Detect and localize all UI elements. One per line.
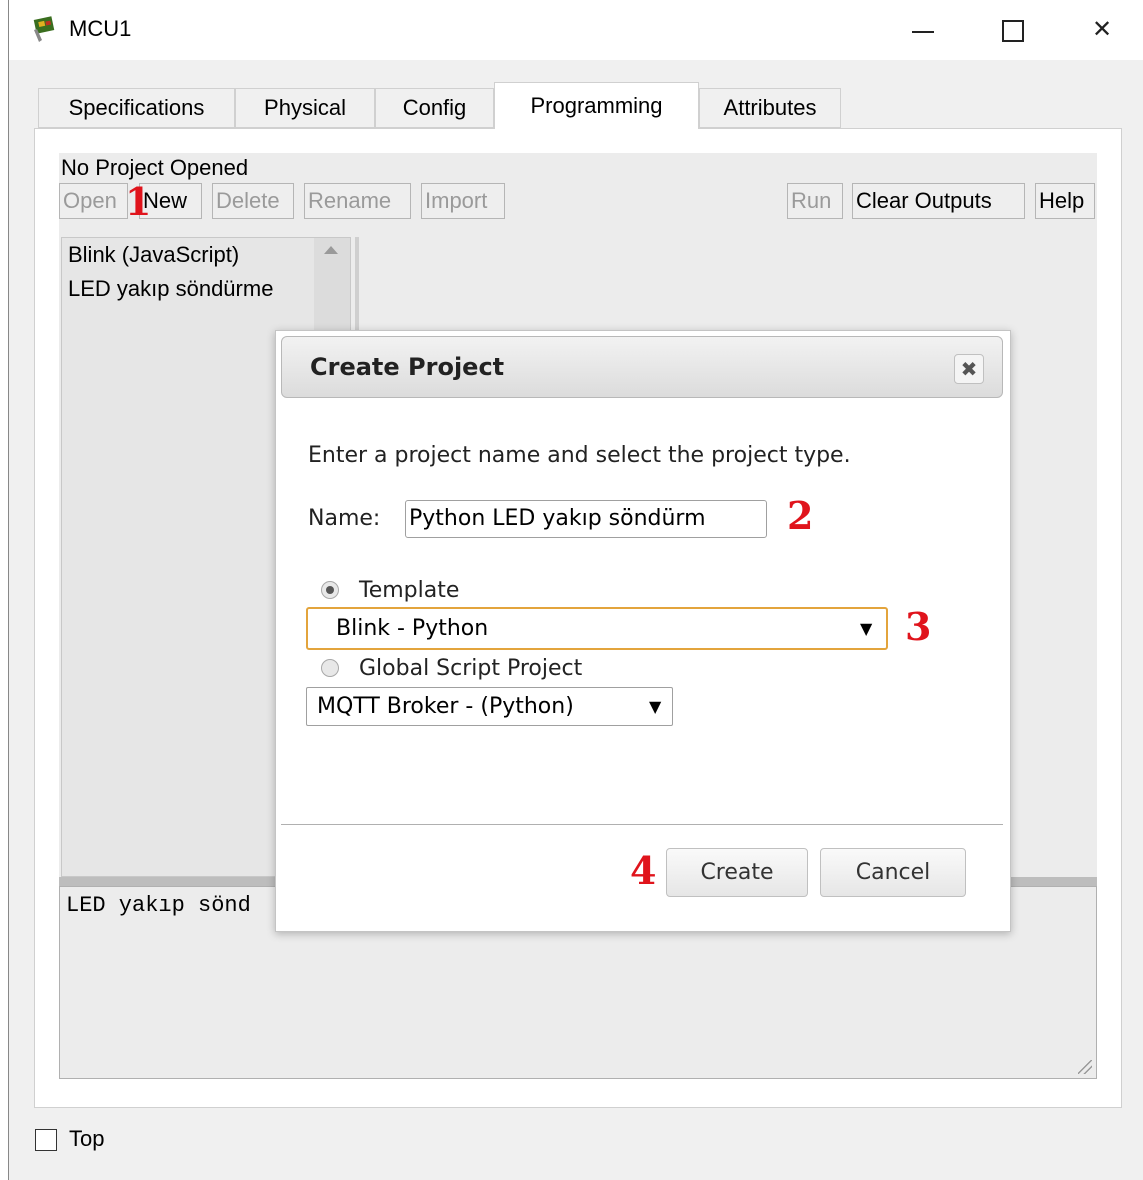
output-text: LED yakıp sönd: [66, 893, 251, 918]
global-script-radio[interactable]: [321, 659, 339, 677]
cancel-button[interactable]: Cancel: [820, 848, 966, 897]
template-select[interactable]: Blink - Python ▼: [306, 607, 888, 650]
close-window-button[interactable]: ✕: [1072, 10, 1132, 50]
template-selected: Blink - Python: [336, 616, 489, 641]
annotation-1: 1: [125, 179, 152, 224]
minimize-icon: [912, 31, 934, 33]
create-button[interactable]: Create: [666, 848, 808, 897]
chevron-down-icon: ▼: [649, 697, 662, 716]
rename-button[interactable]: Rename: [304, 183, 411, 219]
resize-grip-icon[interactable]: [1078, 1060, 1092, 1074]
delete-button[interactable]: Delete: [212, 183, 294, 219]
minimize-button[interactable]: [892, 10, 952, 50]
list-item[interactable]: LED yakıp söndürme: [68, 276, 273, 302]
list-item[interactable]: Blink (JavaScript): [68, 242, 239, 268]
close-icon: ✕: [1091, 16, 1113, 43]
maximize-button[interactable]: [982, 10, 1042, 50]
name-label: Name:: [308, 506, 381, 531]
title-bar: MCU1 ✕: [9, 0, 1143, 60]
maximize-icon: [1002, 20, 1024, 42]
dialog-header: Create Project ✖: [281, 336, 1003, 398]
tab-programming[interactable]: Programming: [494, 82, 699, 129]
scroll-up-icon[interactable]: [324, 246, 338, 254]
top-checkbox[interactable]: [35, 1129, 57, 1151]
annotation-3: 3: [905, 604, 932, 649]
tab-physical[interactable]: Physical: [235, 88, 375, 128]
run-button[interactable]: Run: [787, 183, 843, 219]
project-name-input[interactable]: Python LED yakıp söndürm: [405, 500, 767, 538]
template-label: Template: [359, 578, 460, 603]
tab-attributes[interactable]: Attributes: [699, 88, 841, 128]
chevron-down-icon: ▼: [860, 619, 873, 638]
annotation-4: 4: [630, 848, 657, 893]
help-button[interactable]: Help: [1035, 183, 1095, 219]
global-script-label: Global Script Project: [359, 656, 583, 681]
microcontroller-icon: [33, 16, 55, 42]
window-title: MCU1: [69, 16, 132, 41]
clear-outputs-button[interactable]: Clear Outputs: [852, 183, 1025, 219]
template-radio[interactable]: [321, 581, 339, 599]
close-icon: ✖: [960, 357, 978, 381]
tab-config[interactable]: Config: [375, 88, 494, 128]
annotation-2: 2: [787, 493, 814, 538]
global-script-selected: MQTT Broker - (Python): [317, 694, 574, 719]
top-label: Top: [69, 1126, 105, 1151]
dialog-close-button[interactable]: ✖: [954, 354, 984, 384]
import-button[interactable]: Import: [421, 183, 505, 219]
dialog-title: Create Project: [310, 353, 505, 381]
dialog-instruction: Enter a project name and select the proj…: [308, 443, 851, 468]
open-button[interactable]: Open: [59, 183, 128, 219]
tab-specifications[interactable]: Specifications: [38, 88, 235, 128]
create-project-dialog: Create Project ✖ Enter a project name an…: [275, 330, 1011, 932]
project-status: No Project Opened: [61, 155, 249, 180]
global-script-select[interactable]: MQTT Broker - (Python) ▼: [306, 687, 673, 726]
dialog-separator: [281, 824, 1003, 825]
